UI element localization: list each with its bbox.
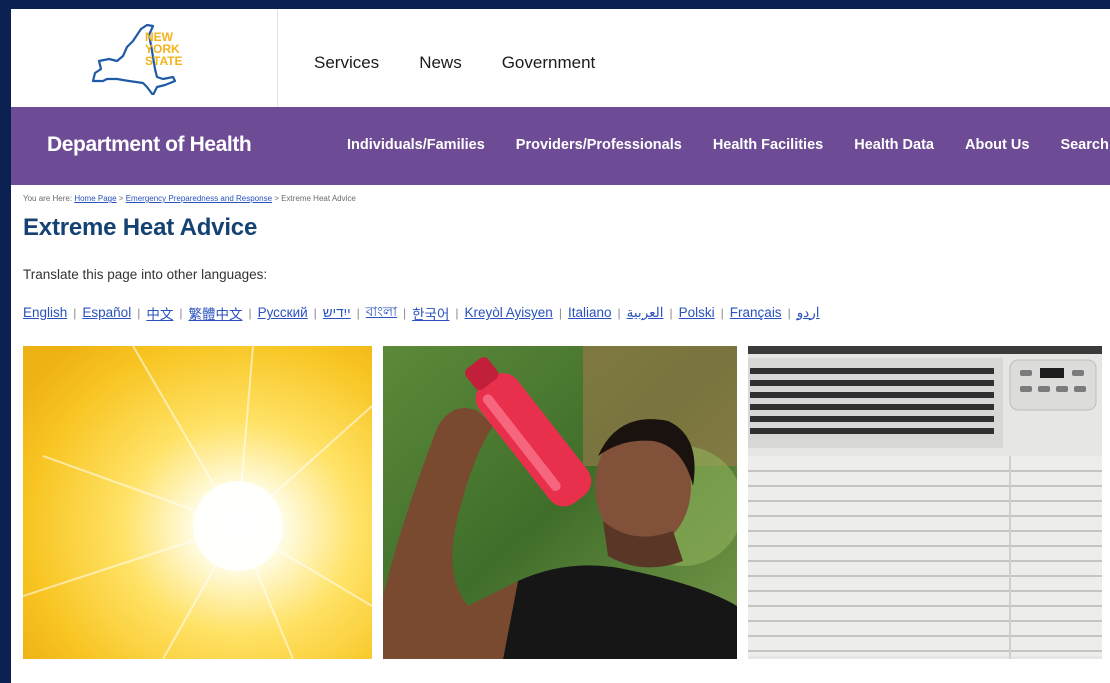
- lang-spanish[interactable]: Español: [82, 305, 131, 320]
- page-title: Extreme Heat Advice: [23, 214, 258, 241]
- top-bar: NEW YORK STATE Services News Government: [11, 9, 1110, 107]
- lang-chinese-traditional[interactable]: 繁體中文: [188, 303, 242, 323]
- man-drinking-water-image: [383, 346, 737, 659]
- nav-news[interactable]: News: [419, 53, 462, 73]
- language-links: English | Español | 中文 | 繁體中文 | Русский | ייִ…: [23, 301, 820, 324]
- logo-line-state: STATE: [145, 54, 183, 68]
- department-title[interactable]: Department of Health: [47, 133, 252, 157]
- lang-italian[interactable]: Italiano: [568, 305, 612, 320]
- breadcrumb-prefix: You are Here:: [23, 194, 73, 203]
- breadcrumb: You are Here: Home Page > Emergency Prep…: [23, 194, 356, 203]
- breadcrumb-emergency-preparedness[interactable]: Emergency Preparedness and Response: [126, 194, 272, 203]
- lang-korean[interactable]: 한국어: [412, 303, 449, 323]
- nav-search[interactable]: Search: [1060, 137, 1108, 153]
- nys-logo[interactable]: NEW YORK STATE: [11, 9, 278, 107]
- lang-urdu[interactable]: اردو: [797, 305, 820, 321]
- department-bar: Department of Health Individuals/Familie…: [11, 107, 1110, 185]
- lang-arabic[interactable]: العربية: [627, 305, 664, 321]
- breadcrumb-current: Extreme Heat Advice: [281, 194, 356, 203]
- nav-health-data[interactable]: Health Data: [854, 137, 934, 153]
- department-nav: Individuals/Families Providers/Professio…: [347, 137, 1109, 153]
- lang-chinese-simplified[interactable]: 中文: [146, 303, 173, 323]
- air-conditioner-image: [748, 346, 1102, 659]
- lang-bengali[interactable]: বাংলা: [366, 301, 397, 324]
- lang-polish[interactable]: Polski: [679, 305, 715, 320]
- nav-government[interactable]: Government: [502, 53, 596, 73]
- sun-image: [23, 346, 372, 659]
- nav-health-facilities[interactable]: Health Facilities: [713, 137, 823, 153]
- browser-viewport: NEW YORK STATE Services News Government …: [11, 9, 1110, 683]
- translate-label: Translate this page into other languages…: [23, 267, 268, 282]
- nav-individuals-families[interactable]: Individuals/Families: [347, 137, 485, 153]
- lang-english[interactable]: English: [23, 305, 67, 320]
- nav-services[interactable]: Services: [314, 53, 379, 73]
- nav-about-us[interactable]: About Us: [965, 137, 1029, 153]
- nav-providers-professionals[interactable]: Providers/Professionals: [516, 137, 682, 153]
- new-york-state-map-icon: NEW YORK STATE: [91, 23, 183, 95]
- lang-french[interactable]: Français: [730, 305, 782, 320]
- lang-haitian-creole[interactable]: Kreyòl Ayisyen: [465, 305, 553, 320]
- lang-russian[interactable]: Русский: [258, 305, 308, 320]
- lang-yiddish[interactable]: ייִדיש: [323, 305, 351, 320]
- top-nav: Services News Government: [314, 53, 595, 73]
- breadcrumb-home[interactable]: Home Page: [74, 194, 116, 203]
